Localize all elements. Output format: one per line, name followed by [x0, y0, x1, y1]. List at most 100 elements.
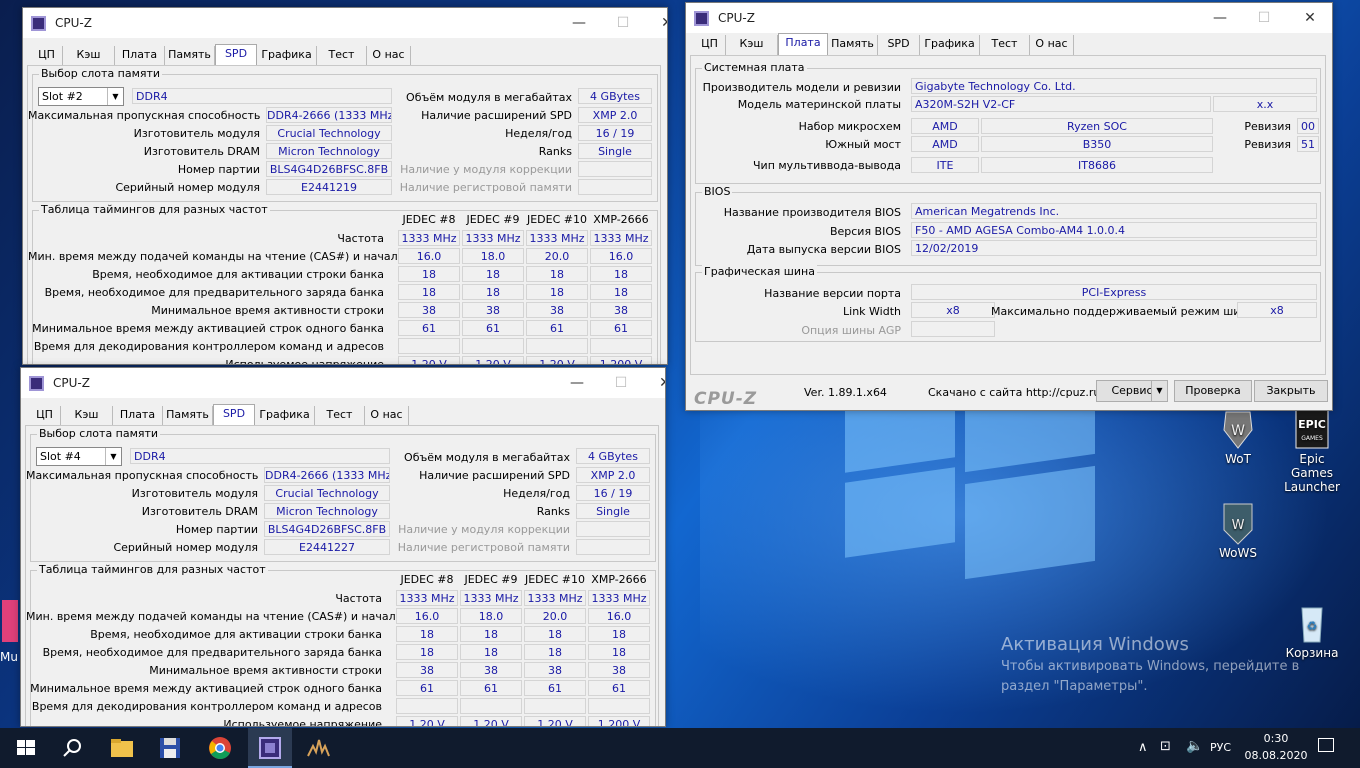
tab-4[interactable]: SPD: [213, 404, 255, 426]
close-button[interactable]: ✕: [647, 12, 667, 34]
mb-model-field: A320M-S2H V2-CF: [911, 96, 1211, 112]
title-bar[interactable]: CPU-Z — ☐ ✕: [23, 8, 667, 38]
cpuz-taskbar-icon[interactable]: [256, 734, 284, 762]
network-icon[interactable]: ⊡: [1160, 739, 1171, 754]
tab-7[interactable]: О нас: [365, 406, 409, 426]
cpuz-logo: CPU-Z: [694, 389, 758, 409]
title-bar[interactable]: CPU-Z — ☐ ✕: [21, 368, 665, 398]
slot-select[interactable]: Slot #4 ▼: [36, 447, 122, 466]
maximize-button[interactable]: ☐: [603, 12, 643, 34]
ranks-label: Ranks: [538, 145, 572, 158]
timing-cell: 18: [396, 644, 458, 660]
language-indicator[interactable]: РУС: [1210, 741, 1231, 754]
clock-date[interactable]: 08.08.2020: [1243, 749, 1309, 762]
timing-cell: 18: [526, 284, 588, 300]
chrome-icon[interactable]: [206, 734, 234, 762]
validate-button[interactable]: Проверка: [1174, 380, 1252, 402]
search-icon[interactable]: [58, 734, 86, 762]
minimize-button[interactable]: —: [1200, 7, 1240, 29]
volume-icon[interactable]: 🔈: [1186, 738, 1203, 754]
link-width-field: x8: [911, 302, 995, 318]
tools-button[interactable]: Сервис ▼: [1096, 380, 1168, 402]
timing-cell: 18: [396, 626, 458, 642]
close-window-button[interactable]: Закрыть: [1254, 380, 1328, 402]
tab-5[interactable]: Графика: [255, 406, 315, 426]
audio-app-icon[interactable]: [304, 734, 332, 762]
chevron-down-icon[interactable]: ▼: [1151, 381, 1167, 401]
close-button[interactable]: ✕: [1290, 7, 1330, 29]
tab-5[interactable]: Графика: [257, 46, 317, 66]
timing-row-label: Минимальное время активности строки: [149, 664, 382, 677]
group-title: Выбор слота памяти: [37, 427, 161, 440]
tab-6[interactable]: Тест: [980, 35, 1030, 55]
timing-row-label: Время для декодирования контроллером ком…: [33, 340, 384, 353]
activation-title: Активация Windows: [1001, 634, 1189, 655]
desktop-icon-recycle-bin[interactable]: ♻ Корзина: [1272, 602, 1352, 660]
show-hidden-icons-icon[interactable]: ∧: [1138, 740, 1148, 755]
tab-1[interactable]: Кэш: [61, 406, 113, 426]
timing-cell: 61: [396, 680, 458, 696]
timing-cell: 1.20 V: [462, 356, 524, 364]
bios-version-field: F50 - AMD AGESA Combo-AM4 1.0.0.4: [911, 222, 1317, 238]
timing-cell: 38: [462, 302, 524, 318]
tab-0[interactable]: ЦП: [31, 46, 63, 66]
svg-text:GAMES: GAMES: [1301, 435, 1323, 442]
chevron-down-icon: ▼: [107, 88, 123, 105]
timing-column-header: JEDEC #10: [524, 573, 585, 586]
desktop-icon-partial[interactable]: Mu: [0, 600, 20, 668]
timing-cell: 1.20 V: [460, 716, 522, 726]
notifications-icon[interactable]: [1318, 738, 1334, 752]
bios-brand-label: Название производителя BIOS: [723, 206, 901, 219]
minimize-button[interactable]: —: [559, 12, 599, 34]
tab-3[interactable]: Память: [828, 35, 878, 55]
tab-panel: Выбор слота памяти Slot #4 ▼ DDR4 Максима…: [25, 425, 659, 726]
tab-6[interactable]: Тест: [317, 46, 367, 66]
week-year-field: 16 / 19: [576, 485, 650, 501]
cpuz-mainboard-window[interactable]: CPU-Z — ☐ ✕ ЦП Кэш Плата Память SPD Графика Те…: [685, 2, 1333, 411]
slot-select[interactable]: Slot #2 ▼: [38, 87, 124, 106]
registered-label: Наличие регистровой памяти: [397, 541, 570, 554]
bios-date-label: Дата выпуска версии BIOS: [746, 243, 901, 256]
maximize-button[interactable]: ☐: [601, 372, 641, 394]
timing-cell: 18: [460, 644, 522, 660]
tab-6[interactable]: Тест: [315, 406, 365, 426]
timing-cell: 18: [524, 644, 586, 660]
timing-cell: 18: [590, 266, 652, 282]
module-manufacturer-field: Crucial Technology: [264, 485, 390, 501]
tab-2[interactable]: Плата: [115, 46, 165, 66]
tab-7[interactable]: О нас: [367, 46, 411, 66]
clock-time[interactable]: 0:30: [1246, 732, 1306, 745]
southbridge-field: B350: [981, 136, 1213, 152]
start-icon[interactable]: [12, 734, 40, 762]
save-disk-icon[interactable]: [156, 734, 184, 762]
tab-1[interactable]: Кэш: [63, 46, 115, 66]
file-explorer-icon[interactable]: [108, 734, 136, 762]
activation-text: Чтобы активировать Windows, перейдите в …: [1001, 659, 1300, 694]
tab-2[interactable]: Плата: [778, 33, 828, 55]
timing-column-header: XMP-2666: [593, 213, 649, 226]
dram-manufacturer-label: Изготовитель DRAM: [141, 505, 258, 518]
tab-1[interactable]: Кэш: [726, 35, 778, 55]
timing-cell: [588, 698, 650, 714]
desktop-icon-epic[interactable]: EPIC GAMES Epic Games Launcher: [1272, 407, 1352, 494]
tab-0[interactable]: ЦП: [694, 35, 726, 55]
tab-5[interactable]: Графика: [920, 35, 980, 55]
tab-2[interactable]: Плата: [113, 406, 163, 426]
tab-3[interactable]: Память: [163, 406, 213, 426]
desktop-icon-wows[interactable]: W WoWS: [1198, 502, 1278, 560]
minimize-button[interactable]: —: [557, 372, 597, 394]
cpuz-spd-window-2[interactable]: CPU-Z — ☐ ✕ ЦПКэшПлатаПамятьSPDГрафикаТе…: [20, 367, 666, 727]
tab-4[interactable]: SPD: [878, 35, 920, 55]
tab-7[interactable]: О нас: [1030, 35, 1074, 55]
close-button[interactable]: ✕: [645, 372, 665, 394]
dram-manufacturer-field: Micron Technology: [264, 503, 390, 519]
tab-3[interactable]: Память: [165, 46, 215, 66]
timing-cell: 16.0: [588, 608, 650, 624]
title-bar[interactable]: CPU-Z — ☐ ✕: [686, 3, 1332, 33]
mb-manufacturer-field: Gigabyte Technology Co. Ltd.: [911, 78, 1317, 94]
cpuz-spd-window-1[interactable]: CPU-Z — ☐ ✕ ЦПКэшПлатаПамятьSPDГрафикаТе…: [22, 7, 668, 365]
desktop-icon-wot[interactable]: W WoT: [1198, 408, 1278, 466]
maximize-button[interactable]: ☐: [1244, 7, 1284, 29]
tab-0[interactable]: ЦП: [29, 406, 61, 426]
tab-4[interactable]: SPD: [215, 44, 257, 66]
